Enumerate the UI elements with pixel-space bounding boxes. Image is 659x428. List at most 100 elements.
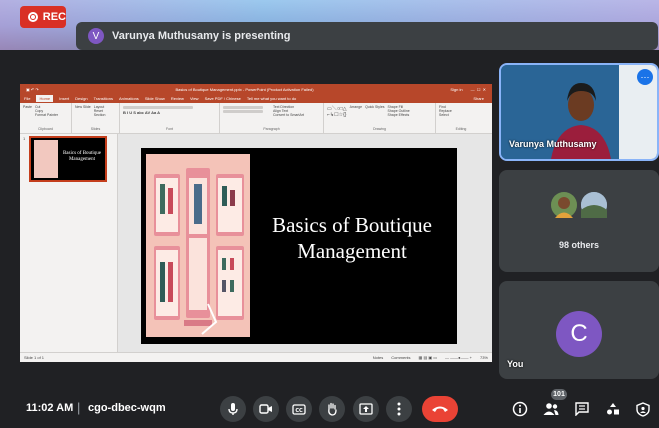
slide-thumbnail-pane: 1 Basics of Boutique Management (20, 134, 118, 352)
info-icon (512, 401, 528, 417)
slide-title: Basics of Boutique Management (257, 212, 447, 265)
window-controls: — ☐ ✕ (470, 86, 486, 92)
people-button[interactable] (541, 399, 561, 419)
activities-button[interactable] (603, 399, 623, 419)
tell-me-box: Tell me what you want to do (246, 96, 297, 101)
meeting-code: cgo-dbec-wqm (88, 402, 166, 414)
current-slide: Basics of Boutique Management (141, 148, 457, 344)
camera-button[interactable] (253, 396, 279, 422)
comments-label: Comments (391, 355, 411, 360)
convert-smartart-label: Convert to SmartArt (273, 113, 304, 117)
select-label: Select (439, 113, 449, 117)
powerpoint-status-bar: Slide 1 of 1 Notes Comments ▦ ▤ ▣ ▭ — ——… (20, 352, 492, 362)
participant-tile-others[interactable]: 98 others (499, 170, 659, 272)
participant-name-presenter: Varunya Muthusamy (509, 139, 597, 149)
quick-styles-label: Quick Styles (365, 105, 385, 109)
participant-avatar-1 (549, 190, 579, 220)
boutique-illustration (146, 154, 250, 337)
raise-hand-button[interactable] (319, 396, 345, 422)
host-controls-button[interactable] (633, 399, 653, 419)
view-buttons: ▦ ▤ ▣ ▭ (418, 355, 437, 360)
meeting-clock: 11:02 AM (26, 402, 74, 414)
chat-icon (575, 402, 589, 416)
zoom-slider: — ——●—— + (445, 355, 472, 360)
participant-tile-self[interactable]: C You (499, 281, 659, 379)
group-label-slides: Slides (90, 127, 101, 131)
raise-hand-icon (328, 402, 337, 416)
group-label-paragraph: Paragraph (263, 127, 280, 131)
ribbon-group-clipboard: Paste Cut Copy Format Painter Clipboard (20, 103, 72, 133)
others-count-label: 98 others (558, 240, 600, 250)
thumbnail-number: 1 (23, 136, 26, 141)
group-label-font: Font (165, 127, 173, 131)
more-icon (397, 402, 401, 416)
sign-in-link: Sign in (450, 86, 463, 92)
notes-label: Notes (372, 355, 384, 360)
mic-button[interactable] (220, 396, 246, 422)
ribbon-group-slides: New Slide Layout Reset Section Slides (72, 103, 120, 133)
activities-icon (607, 403, 619, 415)
tab-animations: Animations (119, 96, 139, 101)
recording-indicator[interactable]: REC (20, 6, 66, 28)
captions-button[interactable]: CC (286, 396, 312, 422)
slide-thumbnail: Basics of Boutique Management (29, 136, 107, 182)
ribbon-group-paragraph: Text Direction Align Text Convert to Sma… (220, 103, 324, 133)
ribbon-group-font: B I U S abc AV Aa A Font (120, 103, 220, 133)
ribbon: Paste Cut Copy Format Painter Clipboard … (20, 103, 492, 134)
more-options-button[interactable] (386, 396, 412, 422)
self-avatar: C (556, 311, 602, 357)
paste-label: Paste (23, 105, 32, 109)
shared-screen[interactable]: ▣ ↶ ↷ Basics of Boutique Management.pptx… (20, 84, 492, 362)
tab-view: View (189, 96, 199, 101)
quick-access-toolbar: ▣ ↶ ↷ (26, 86, 39, 92)
participant-tile-presenter[interactable]: ⋯ Varunya Muthusamy (499, 63, 659, 161)
presenter-avatar: V (88, 28, 104, 44)
new-slide-label: New Slide (75, 105, 91, 109)
arrange-label: Arrange (349, 105, 363, 109)
chat-button[interactable] (572, 399, 592, 419)
hang-up-icon (432, 406, 448, 412)
powerpoint-workspace: 1 Basics of Boutique Management Basics o… (20, 134, 492, 352)
ribbon-group-drawing: ▭＼○□△ ⌐↳☐☆{} Arrange Quick Styles Shape F… (324, 103, 436, 133)
window-title: Basics of Boutique Management.pptx - Pow… (175, 86, 314, 92)
record-icon (28, 12, 38, 22)
zoom-level: 73% (479, 355, 488, 360)
tab-design: Design (75, 96, 88, 101)
tab-review: Review (170, 96, 184, 101)
tab-transitions: Transitions (93, 96, 114, 101)
presenting-banner: V Varunya Muthusamy is presenting (76, 22, 658, 50)
participant-avatar-2 (579, 190, 609, 220)
group-label-clipboard: Clipboard (38, 127, 53, 131)
section-label: Section (93, 113, 106, 117)
tab-file: File (24, 96, 31, 101)
captions-icon: CC (292, 403, 306, 415)
thumbnail-title-line-2: Management (68, 157, 96, 162)
ribbon-group-editing: Find Replace Select Editing (436, 103, 486, 133)
tab-save-pdf: Save PDF / Chinese (204, 96, 241, 101)
tab-insert: Insert (59, 96, 70, 101)
present-icon (359, 403, 373, 415)
shapes-gallery: ▭＼○□△ ⌐↳☐☆{} (327, 106, 347, 118)
group-label-editing: Editing (455, 127, 467, 131)
recording-label: REC (42, 11, 66, 23)
share-button: Share (473, 96, 484, 101)
presenting-text: Varunya Muthusamy is presenting (112, 30, 291, 42)
tab-home: Home (36, 95, 54, 102)
participant-name-self: You (507, 359, 524, 369)
shape-effects-label: Shape Effects (387, 113, 410, 117)
ribbon-tabs: File Home Insert Design Transitions Anim… (20, 94, 492, 103)
more-vert-icon[interactable]: ⋯ (637, 69, 653, 85)
svg-text:CC: CC (295, 408, 303, 414)
format-painter-label: Format Painter (34, 113, 59, 117)
slide-title-line-2: Management (297, 239, 407, 264)
people-icon (543, 403, 559, 415)
camera-icon (259, 404, 272, 414)
clock-separator: | (77, 400, 81, 415)
group-label-drawing: Drawing (373, 127, 386, 131)
thumbnail-title-line-1: Basics of Boutique (62, 151, 102, 156)
powerpoint-title-bar: ▣ ↶ ↷ Basics of Boutique Management.pptx… (20, 84, 492, 94)
present-button[interactable] (353, 396, 379, 422)
meeting-details-button[interactable] (510, 399, 530, 419)
host-controls-icon (636, 401, 650, 417)
leave-call-button[interactable] (422, 396, 458, 422)
